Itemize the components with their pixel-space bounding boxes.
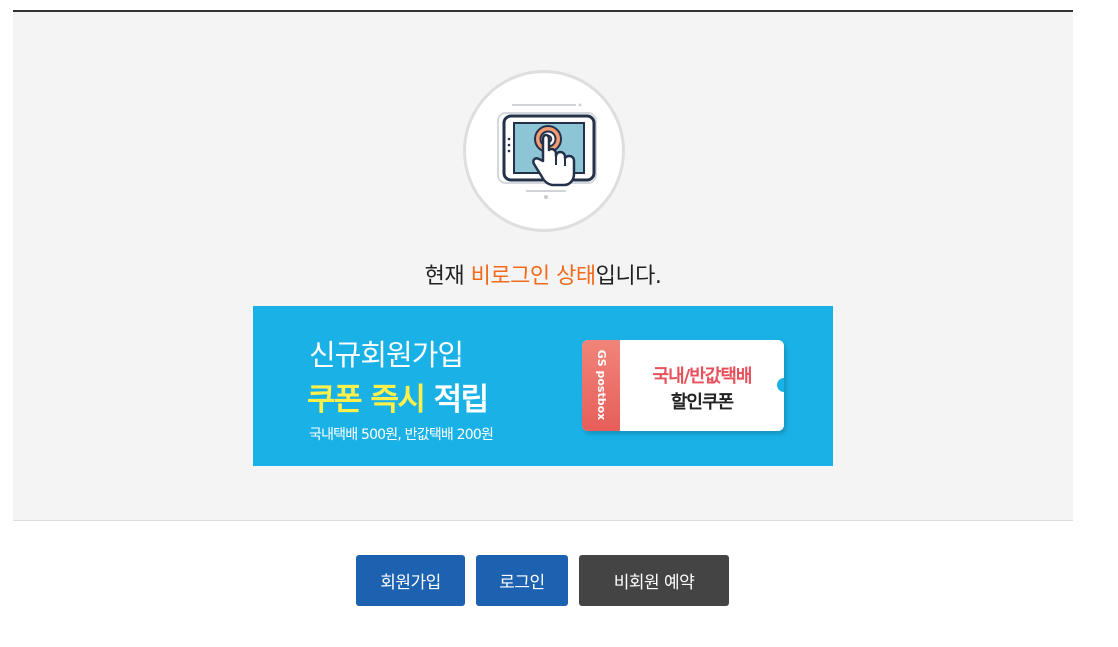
coupon-subtitle: 할인쿠폰 [670,392,734,413]
touch-screen-icon [463,70,625,232]
status-highlight: 비로그인 상태 [470,264,596,289]
banner-description: 국내택배 500원, 반값택배 200원 [309,427,494,443]
login-status-panel: 현재 비로그인 상태입니다. 신규회원가입 쿠폰 즉시 적립 국내택배 500원… [13,10,1073,521]
coupon-ticket: GS postbox 국내/반값택배 할인쿠폰 [582,340,784,431]
banner-headline-rest: 적립 [424,382,490,418]
banner-title: 신규회원가입 [309,338,464,372]
banner-headline-highlight: 쿠폰 즉시 [307,382,426,418]
coupon-brand: GS postbox [595,349,608,421]
login-status-message: 현재 비로그인 상태입니다. [13,258,1073,290]
signup-button[interactable]: 회원가입 [356,555,465,606]
coupon-notch [777,378,784,392]
login-button[interactable]: 로그인 [476,555,568,606]
guest-booking-button[interactable]: 비회원 예약 [579,555,729,606]
status-suffix: 입니다. [595,264,662,289]
coupon-title: 국내/반값택배 [652,366,753,387]
status-prefix: 현재 [424,264,471,289]
banner-headline: 쿠폰 즉시 적립 [307,374,490,419]
signup-coupon-banner[interactable]: 신규회원가입 쿠폰 즉시 적립 국내택배 500원, 반값택배 200원 GS … [253,306,833,466]
coupon-stub: GS postbox [582,340,620,431]
